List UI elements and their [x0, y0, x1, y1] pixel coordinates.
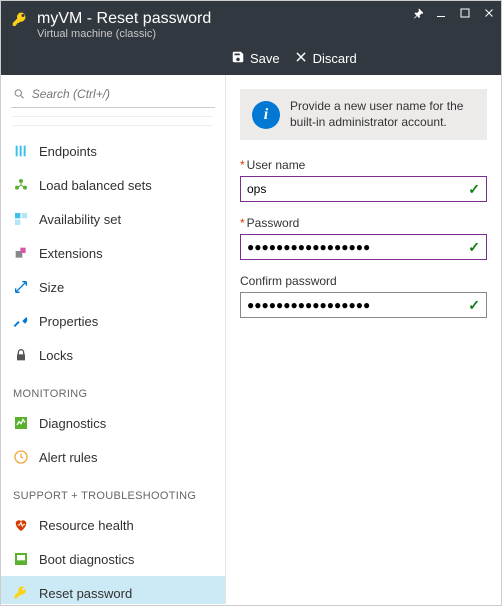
sidebar: Endpoints Load balanced sets Availabilit… — [1, 75, 226, 604]
confirm-label: Confirm password — [240, 274, 487, 288]
diagnostics-icon — [13, 415, 29, 431]
sidebar-item-reset-password[interactable]: Reset password — [1, 576, 225, 604]
maximize-icon[interactable] — [459, 7, 471, 22]
minimize-icon[interactable] — [435, 7, 447, 22]
alert-rules-icon — [13, 449, 29, 465]
password-input-wrap[interactable]: ✓ — [240, 234, 487, 260]
resource-health-icon — [13, 517, 29, 533]
username-input-wrap[interactable]: ✓ — [240, 176, 487, 202]
sidebar-item-label: Load balanced sets — [39, 178, 152, 193]
save-label: Save — [250, 51, 280, 66]
sidebar-item-boot-diagnostics[interactable]: Boot diagnostics — [1, 542, 225, 576]
endpoints-icon — [13, 143, 29, 159]
content-panel: i Provide a new user name for the built-… — [226, 75, 501, 604]
sidebar-item-label: Diagnostics — [39, 416, 106, 431]
sidebar-item-alert-rules[interactable]: Alert rules — [1, 440, 225, 474]
sidebar-item-resource-health[interactable]: Resource health — [1, 508, 225, 542]
extensions-icon — [13, 245, 29, 261]
sidebar-item-label: Boot diagnostics — [39, 552, 134, 567]
section-monitoring: MONITORING — [1, 372, 225, 406]
pin-icon[interactable] — [411, 7, 423, 22]
sidebar-item-label: Resource health — [39, 518, 134, 533]
search-input[interactable] — [32, 87, 215, 101]
sidebar-item-label: Properties — [39, 314, 98, 329]
sidebar-item-label: Size — [39, 280, 64, 295]
discard-icon — [294, 50, 308, 67]
size-icon — [13, 279, 29, 295]
sidebar-item-label: Reset password — [39, 586, 132, 601]
username-input[interactable] — [247, 182, 468, 196]
load-balanced-icon — [13, 177, 29, 193]
locks-icon — [13, 347, 29, 363]
blade-header: myVM - Reset password Virtual machine (c… — [1, 1, 501, 46]
save-button[interactable]: Save — [231, 50, 280, 67]
confirm-input-wrap[interactable]: ✓ — [240, 292, 487, 318]
sidebar-item-endpoints[interactable]: Endpoints — [1, 134, 225, 168]
key-icon — [11, 11, 29, 32]
sidebar-item-availability[interactable]: Availability set — [1, 202, 225, 236]
discard-button[interactable]: Discard — [294, 50, 357, 67]
sidebar-item-properties[interactable]: Properties — [1, 304, 225, 338]
search-icon — [13, 87, 26, 101]
password-label: *Password — [240, 216, 487, 230]
username-label: *User name — [240, 158, 487, 172]
section-support: SUPPORT + TROUBLESHOOTING — [1, 474, 225, 508]
confirm-input[interactable] — [247, 298, 468, 312]
page-title: myVM - Reset password — [37, 9, 211, 28]
check-icon: ✓ — [468, 239, 480, 256]
sidebar-item-label: Locks — [39, 348, 73, 363]
close-icon[interactable] — [483, 7, 495, 22]
discard-label: Discard — [313, 51, 357, 66]
sidebar-item-extensions[interactable]: Extensions — [1, 236, 225, 270]
info-text: Provide a new user name for the built-in… — [290, 99, 475, 130]
sidebar-item-label: Availability set — [39, 212, 121, 227]
sidebar-item-diagnostics[interactable]: Diagnostics — [1, 406, 225, 440]
sidebar-item-label: Endpoints — [39, 144, 97, 159]
sidebar-item-load-balanced[interactable]: Load balanced sets — [1, 168, 225, 202]
sidebar-item-label: Extensions — [39, 246, 103, 261]
check-icon: ✓ — [468, 297, 480, 314]
sidebar-item-size[interactable]: Size — [1, 270, 225, 304]
overview-divider — [13, 116, 213, 126]
sidebar-item-label: Alert rules — [39, 450, 98, 465]
page-subtitle: Virtual machine (classic) — [37, 28, 211, 40]
save-icon — [231, 50, 245, 67]
password-input[interactable] — [247, 240, 468, 254]
search-box[interactable] — [11, 85, 215, 108]
info-icon: i — [252, 101, 280, 129]
check-icon: ✓ — [468, 181, 480, 198]
reset-password-icon — [13, 585, 29, 601]
toolbar: Save Discard — [1, 46, 501, 75]
boot-diagnostics-icon — [13, 551, 29, 567]
info-box: i Provide a new user name for the built-… — [240, 89, 487, 140]
sidebar-item-locks[interactable]: Locks — [1, 338, 225, 372]
availability-icon — [13, 211, 29, 227]
properties-icon — [13, 313, 29, 329]
